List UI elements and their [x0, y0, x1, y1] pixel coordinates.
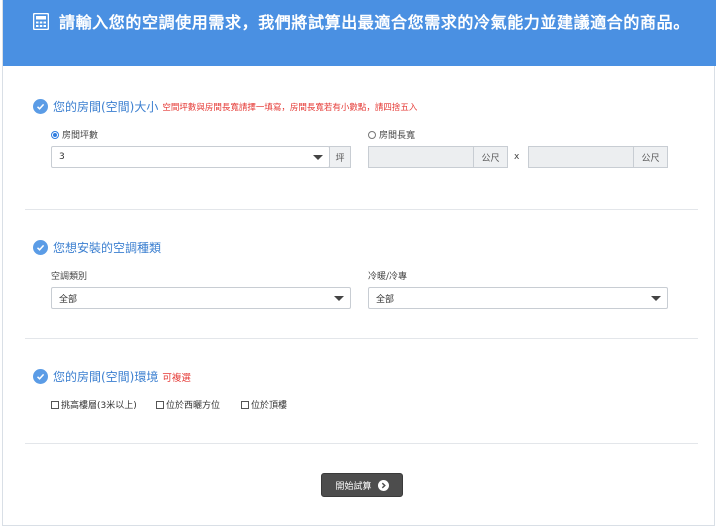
- section-ac-type-heading: 您想安裝的空調種類: [53, 241, 162, 255]
- ping-unit-addon: 坪: [329, 146, 351, 168]
- section-environment-heading: 您的房間(空間)環境: [53, 370, 159, 384]
- section-room-size-title: 您的房間(空間)大小 空間坪數與房間長寬請擇一填寫，房間長寬若有小數點，請四捨五…: [33, 98, 417, 115]
- start-calculation-button[interactable]: 開始試算: [321, 473, 403, 497]
- checkbox-icon: [51, 400, 59, 409]
- page-header: 請輸入您的空調使用需求，我們將試算出最適合您需求的冷氣能力並建議適合的商品。: [3, 0, 716, 66]
- divider: [25, 443, 698, 444]
- radio-selected-icon: [51, 130, 59, 139]
- ping-unit-label: 坪: [335, 153, 345, 164]
- length-unit-addon: 公尺: [473, 146, 508, 168]
- checkbox-top-floor-label: 位於頂樓: [251, 401, 288, 411]
- ac-type-select-value: 全部: [59, 294, 78, 305]
- radio-room-dimensions[interactable]: 房間長寬: [368, 128, 415, 141]
- checkbox-high-ceiling-label: 挑高樓層(3米以上): [61, 401, 137, 411]
- start-calculation-label: 開始試算: [335, 481, 372, 492]
- checkbox-top-floor[interactable]: 位於頂樓: [241, 398, 287, 411]
- arrow-right-circle-icon: [377, 479, 389, 491]
- width-unit-label: 公尺: [641, 153, 660, 164]
- ping-select-value: 3: [59, 152, 65, 162]
- ac-type-label: 空調類別: [51, 272, 88, 282]
- section-room-size-heading: 您的房間(空間)大小: [53, 100, 159, 114]
- checkbox-icon: [241, 400, 249, 409]
- radio-room-dimensions-label: 房間長寬: [379, 131, 416, 141]
- length-unit-label: 公尺: [481, 153, 500, 164]
- chevron-down-icon: [313, 155, 323, 160]
- ac-type-select[interactable]: 全部: [51, 287, 351, 309]
- divider: [25, 338, 698, 339]
- width-unit-addon: 公尺: [633, 146, 668, 168]
- section-environment-title: 您的房間(空間)環境 可複選: [33, 368, 191, 385]
- check-circle-icon: [33, 99, 48, 114]
- ac-mode-label: 冷暖/冷專: [368, 272, 408, 282]
- chevron-down-icon: [334, 296, 344, 301]
- section-environment-note: 可複選: [162, 372, 191, 384]
- page-title: 請輸入您的空調使用需求，我們將試算出最適合您需求的冷氣能力並建議適合的商品。: [59, 13, 690, 32]
- calculator-panel: 請輸入您的空調使用需求，我們將試算出最適合您需求的冷氣能力並建議適合的商品。 您…: [2, 0, 716, 526]
- checkbox-west-facing-label: 位於西曬方位: [166, 401, 221, 411]
- section-ac-type-title: 您想安裝的空調種類: [33, 239, 161, 256]
- check-circle-icon: [33, 369, 48, 384]
- radio-unselected-icon: [368, 130, 376, 139]
- calculator-icon: [33, 13, 49, 30]
- section-room-size-note: 空間坪數與房間長寬請擇一填寫，房間長寬若有小數點，請四捨五入: [162, 102, 418, 113]
- check-circle-icon: [33, 240, 48, 255]
- ac-mode-select[interactable]: 全部: [368, 287, 668, 309]
- chevron-down-icon: [651, 296, 661, 301]
- checkbox-high-ceiling[interactable]: 挑高樓層(3米以上): [51, 398, 137, 411]
- ping-select[interactable]: 3: [51, 146, 330, 168]
- checkbox-icon: [156, 400, 164, 409]
- room-width-input[interactable]: [528, 146, 634, 168]
- times-symbol: x: [514, 152, 520, 162]
- divider: [25, 209, 698, 210]
- checkbox-west-facing[interactable]: 位於西曬方位: [156, 398, 220, 411]
- ac-mode-select-value: 全部: [376, 294, 395, 305]
- radio-room-ping-label: 房間坪數: [62, 131, 99, 141]
- radio-room-ping[interactable]: 房間坪數: [51, 128, 98, 141]
- room-length-input[interactable]: [368, 146, 474, 168]
